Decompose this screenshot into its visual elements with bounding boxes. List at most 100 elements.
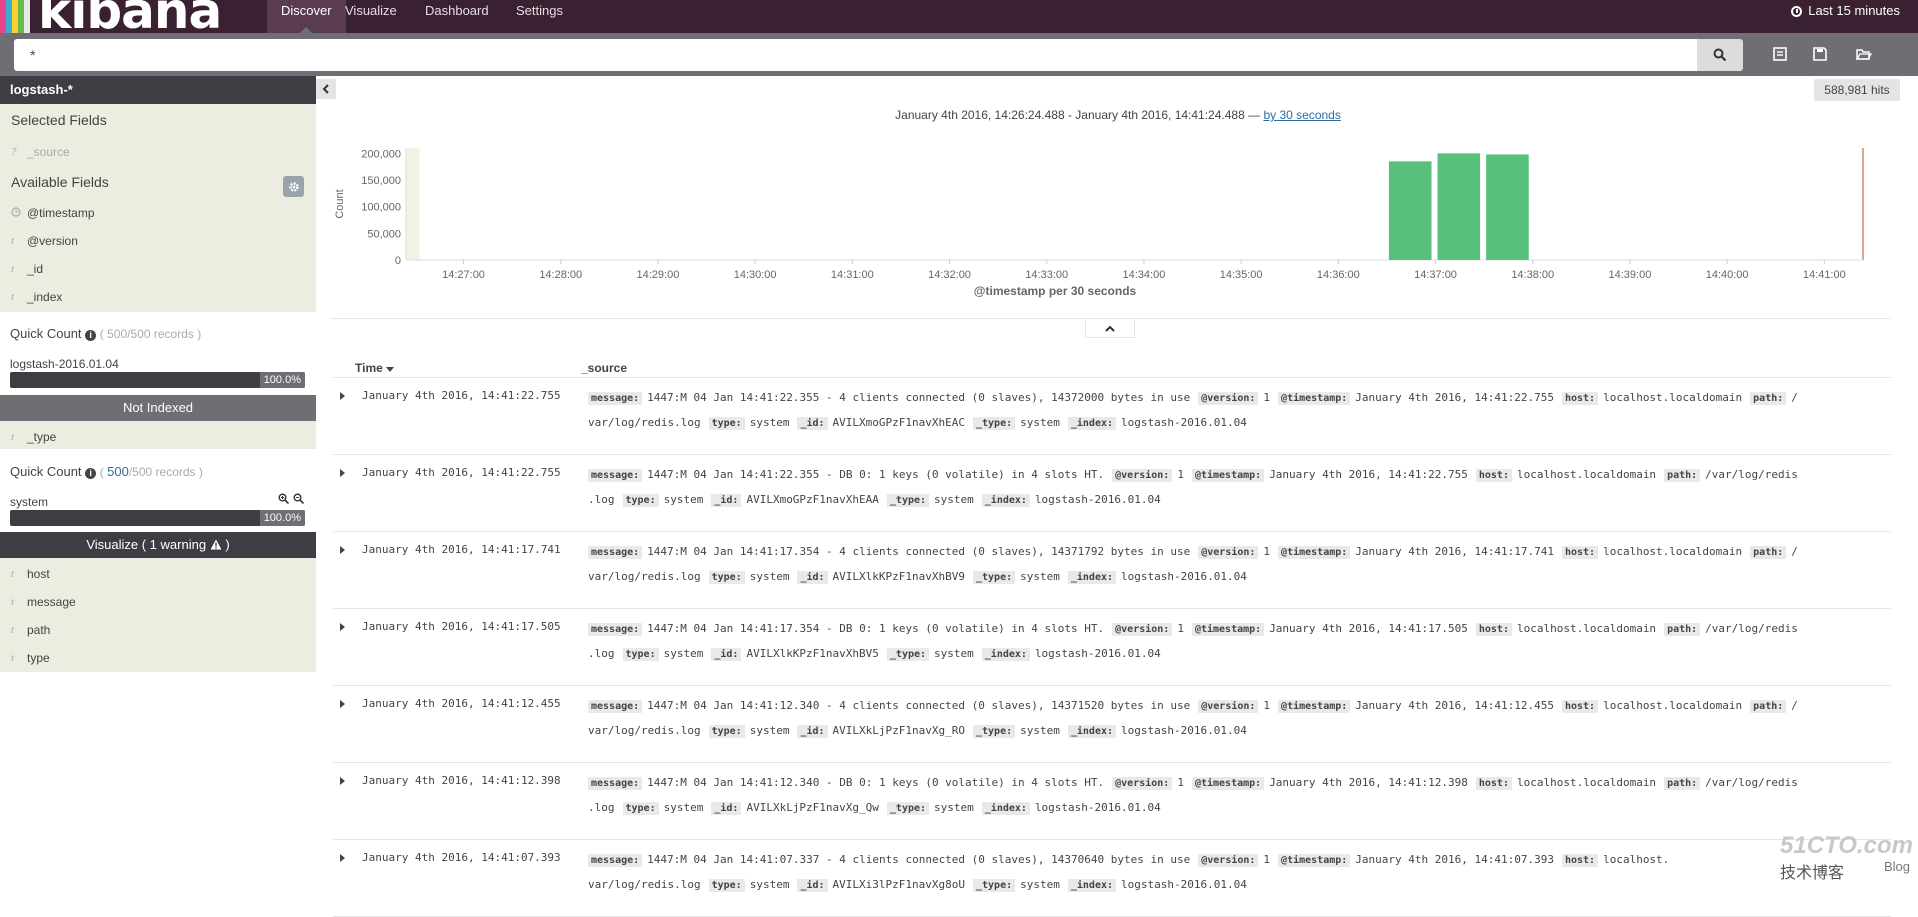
field-value: system: [934, 801, 974, 814]
field-key: type:: [708, 879, 745, 892]
expand-row-icon[interactable]: [340, 854, 345, 862]
expand-row-icon[interactable]: [340, 546, 345, 554]
time-picker[interactable]: Last 15 minutes: [1791, 0, 1900, 22]
expand-row-icon[interactable]: [340, 623, 345, 631]
field-value: system: [749, 724, 790, 737]
row-timestamp: January 4th 2016, 14:41:12.398: [362, 774, 561, 787]
expand-row-icon[interactable]: [340, 469, 345, 477]
new-search-button[interactable]: [1771, 45, 1789, 63]
field-value: var/log/redis.log: [588, 724, 701, 737]
tab-dashboard[interactable]: Dashboard: [411, 0, 503, 33]
field-source[interactable]: ? _source: [11, 145, 70, 159]
records-link[interactable]: 500: [107, 464, 129, 479]
quick-count-percent: 100.0%: [259, 372, 305, 388]
field-value: January 4th 2016, 14:41:22.755: [1269, 468, 1468, 481]
field-value: .log: [588, 647, 615, 660]
watermark-logo: 51CTO.com: [1780, 832, 1913, 859]
field-value: 1447:M 04 Jan 14:41:17.354 - DB 0: 1 key…: [647, 622, 1105, 635]
tab-visualize[interactable]: Visualize: [331, 0, 411, 33]
x-tick-label: 14:32:00: [928, 269, 971, 281]
field-value: system: [663, 801, 704, 814]
field-value: January 4th 2016, 14:41:12.455: [1355, 699, 1554, 712]
field-key: @version:: [1112, 777, 1173, 790]
expand-row-icon[interactable]: [340, 700, 345, 708]
watermark-text: 技术博客: [1780, 865, 1845, 882]
search-input[interactable]: [14, 39, 1697, 71]
open-search-button[interactable]: [1855, 45, 1873, 63]
field-value: .log: [588, 801, 615, 814]
kibana-logo[interactable]: kibana: [38, 0, 222, 36]
open-search-icon: [1856, 49, 1872, 60]
string-type-icon: t: [11, 291, 15, 303]
field-key: _index:: [1067, 725, 1117, 738]
save-search-button[interactable]: [1811, 45, 1829, 63]
field-value: AVILXkLjPzF1navXg_Qw: [746, 801, 879, 814]
search-button[interactable]: [1697, 39, 1743, 71]
quick-count-value-2: system: [10, 495, 49, 509]
field-key: _index:: [1067, 417, 1117, 430]
warning-icon: [210, 539, 222, 550]
visualize-button[interactable]: Visualize ( 1 warning ): [0, 532, 316, 558]
field-version[interactable]: t @version: [11, 234, 78, 248]
collapse-sidebar-button[interactable]: [316, 79, 336, 99]
quick-count-value: logstash-2016.01.04: [10, 357, 119, 371]
field-key: message:: [588, 469, 643, 482]
field-key: _type:: [973, 417, 1016, 430]
sort-desc-icon[interactable]: [386, 367, 395, 372]
tab-settings[interactable]: Settings: [502, 0, 577, 33]
partial-bucket-shade: [406, 148, 420, 260]
new-search-icon: [1773, 47, 1787, 61]
quick-count-bar-2: 100.0%: [10, 510, 305, 526]
field-value: 1447:M 04 Jan 14:41:22.355 - 4 clients c…: [647, 391, 1191, 404]
zoom-in-icon[interactable]: [278, 493, 289, 504]
string-type-icon: t: [11, 624, 15, 636]
field-id[interactable]: t _id: [11, 262, 43, 276]
field-key: @version:: [1198, 854, 1259, 867]
watermark: 51CTO.com 技术博客 Blog: [1780, 832, 1913, 893]
expand-row-icon[interactable]: [340, 777, 345, 785]
row-timestamp: January 4th 2016, 14:41:17.741: [362, 543, 561, 556]
field-key: _id:: [711, 802, 742, 815]
y-tick-label: 200,000: [361, 148, 401, 160]
x-tick-label: 14:27:00: [442, 269, 485, 281]
expand-row-icon[interactable]: [340, 392, 345, 400]
toggle-chart-button[interactable]: [1085, 319, 1135, 338]
field-value: var/log/redis.log: [588, 570, 701, 583]
field-key: _id:: [711, 648, 742, 661]
time-picker-label: Last 15 minutes: [1808, 3, 1900, 18]
field-key: path:: [1664, 777, 1701, 790]
field-value: January 4th 2016, 14:41:17.741: [1355, 545, 1554, 558]
field-type-underscore[interactable]: t _type: [11, 430, 56, 444]
field-path[interactable]: t path: [11, 623, 50, 637]
field-message[interactable]: t message: [11, 595, 76, 609]
row-source: message: 1447:M 04 Jan 14:41:22.355 - DB …: [588, 463, 1878, 513]
y-tick-label: 100,000: [361, 202, 401, 214]
field-value: 1: [1263, 545, 1271, 558]
field-index[interactable]: t _index: [11, 290, 62, 304]
field-name: _index: [27, 290, 63, 304]
index-pattern-header[interactable]: logstash-*: [0, 76, 316, 104]
histogram-chart[interactable]: 0 50,000 100,000 150,000 200,000 14:27:00 14:2…: [326, 140, 1886, 312]
field-settings-button[interactable]: [283, 176, 304, 197]
row-divider: [333, 454, 1891, 455]
field-value: January 4th 2016, 14:41:22.755: [1355, 391, 1554, 404]
field-value: logstash-2016.01.04: [1034, 493, 1161, 506]
info-icon: i: [85, 330, 97, 341]
field-value: 1447:M 04 Jan 14:41:07.337 - 4 clients c…: [647, 853, 1191, 866]
field-host[interactable]: t host: [11, 567, 50, 581]
field-name: path: [27, 623, 51, 637]
row-timestamp: January 4th 2016, 14:41:22.755: [362, 466, 561, 479]
zoom-out-icon[interactable]: [293, 493, 304, 504]
string-type-icon: t: [11, 652, 15, 664]
field-timestamp[interactable]: @timestamp: [11, 206, 95, 220]
x-tick-label: 14:36:00: [1317, 269, 1360, 281]
field-value: system: [1020, 416, 1060, 429]
interval-link[interactable]: by 30 seconds: [1263, 108, 1340, 122]
field-key: _type:: [886, 494, 930, 507]
field-name: type: [27, 651, 50, 665]
field-key: host:: [1561, 700, 1599, 713]
field-value: system: [934, 493, 974, 506]
quick-count-percent-2: 100.0%: [259, 510, 305, 526]
field-type[interactable]: t type: [11, 651, 50, 665]
column-header-time[interactable]: Time: [355, 361, 395, 375]
